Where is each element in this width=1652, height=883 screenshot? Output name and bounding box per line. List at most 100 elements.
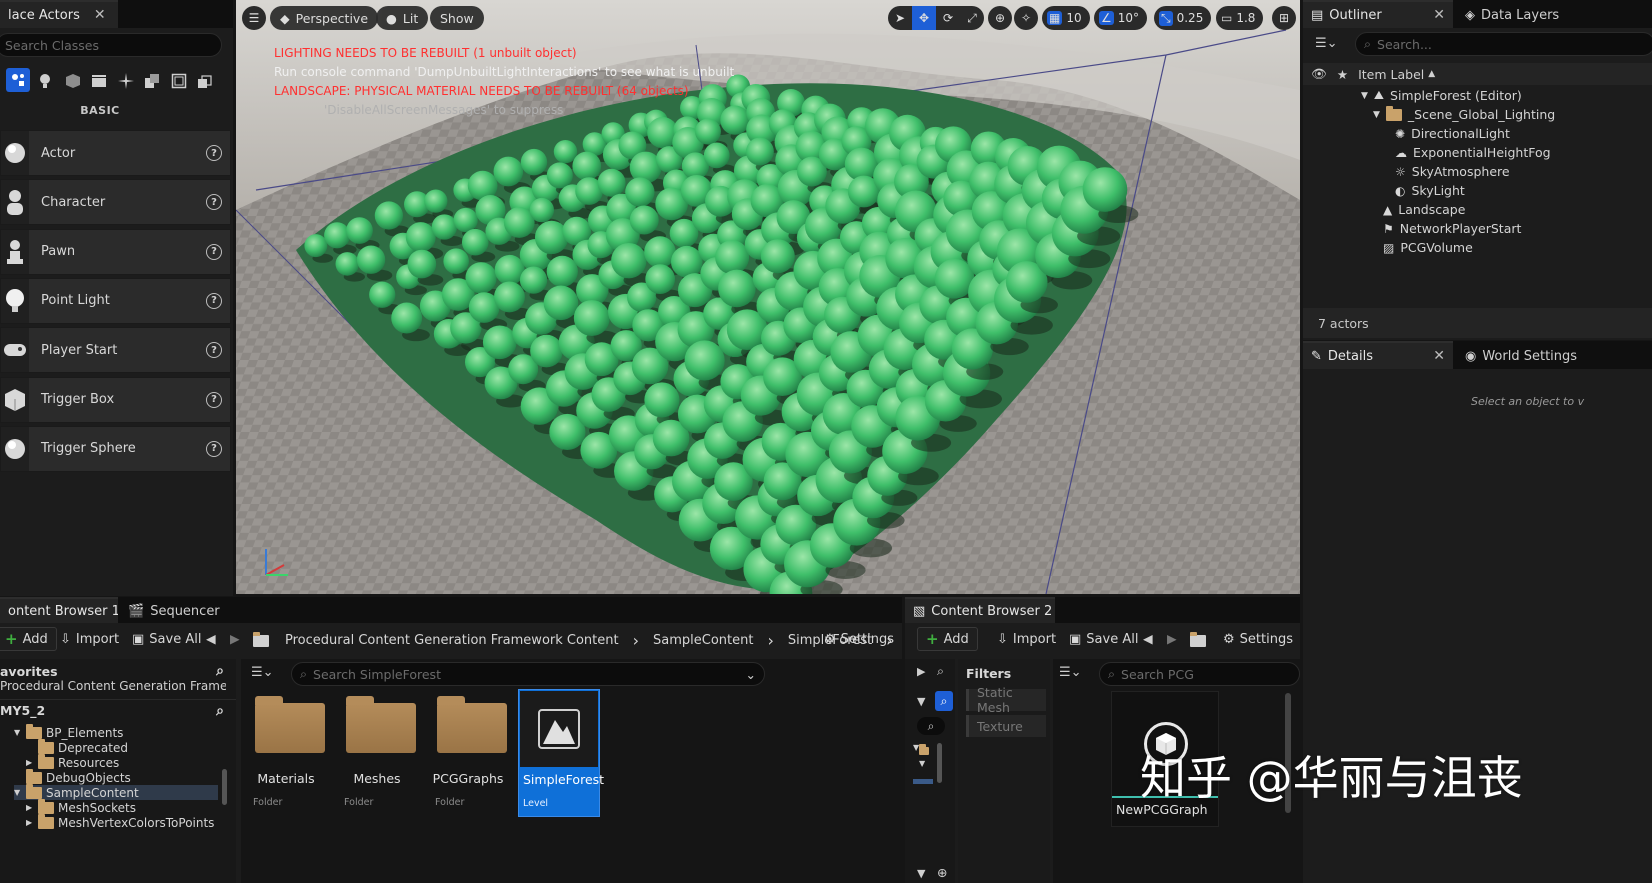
outliner-item[interactable]: ☼ SkyAtmosphere bbox=[1395, 162, 1510, 181]
folder-tree-item[interactable]: ▶ MeshSockets bbox=[26, 798, 136, 815]
select-mode-icon[interactable]: ➤ bbox=[888, 6, 912, 30]
close-icon[interactable]: ✕ bbox=[1433, 348, 1445, 364]
maximize-viewport-icon[interactable]: ⊞ bbox=[1272, 6, 1296, 30]
expand-icon[interactable]: ▶ bbox=[26, 758, 34, 767]
tree-scrollbar[interactable] bbox=[222, 769, 227, 805]
actor-item-pawn[interactable]: Pawn? bbox=[0, 228, 231, 275]
asset-tile[interactable]: SimpleForest Level bbox=[518, 689, 604, 817]
outliner-item[interactable]: ◐ SkyLight bbox=[1395, 181, 1465, 200]
back-icon[interactable]: ◀ bbox=[1143, 631, 1153, 646]
search-icon[interactable]: ⌕ bbox=[917, 717, 945, 735]
show-button[interactable]: Show bbox=[430, 6, 484, 30]
outliner-item[interactable]: ▼ _Scene_Global_Lighting bbox=[1373, 105, 1555, 124]
close-icon[interactable]: ✕ bbox=[94, 7, 106, 23]
help-icon[interactable]: ? bbox=[206, 194, 222, 211]
folder-browse-icon[interactable] bbox=[1190, 632, 1206, 650]
expand-icon[interactable]: ▶ bbox=[917, 665, 925, 678]
basic-category-icon[interactable] bbox=[6, 68, 30, 92]
help-icon[interactable]: ? bbox=[206, 243, 222, 260]
chevron-right-icon[interactable]: › bbox=[767, 631, 773, 650]
cb2-search-wrap[interactable]: ⌕ bbox=[1099, 662, 1300, 686]
tab-data-layers[interactable]: ◈ Data Layers bbox=[1457, 0, 1652, 28]
actor-item-trigger-sphere[interactable]: Trigger Sphere? bbox=[0, 425, 231, 472]
cb1-settings-button[interactable]: ⚙ Settings bbox=[816, 627, 902, 651]
filter-item[interactable]: Texture bbox=[966, 715, 1046, 737]
help-icon[interactable]: ? bbox=[206, 391, 222, 408]
translate-mode-icon[interactable]: ✥ bbox=[912, 6, 936, 30]
outliner-item[interactable]: ⚑ NetworkPlayerStart bbox=[1383, 219, 1521, 238]
item-label-column[interactable]: Item Label bbox=[1358, 67, 1424, 82]
tab-place-actors[interactable]: lace Actors ✕ bbox=[0, 0, 118, 28]
search-icon[interactable]: ⌕ bbox=[937, 663, 944, 679]
chevron-down-icon[interactable]: ⌄ bbox=[746, 667, 756, 682]
search-icon[interactable]: ⌕ bbox=[216, 703, 224, 719]
geometry-category-icon[interactable] bbox=[143, 72, 161, 90]
tab-outliner[interactable]: ▤ Outliner ✕ bbox=[1303, 0, 1453, 28]
add-circle-icon[interactable]: ⊕ bbox=[937, 865, 947, 880]
help-icon[interactable]: ? bbox=[206, 342, 222, 359]
folder-browse-icon[interactable] bbox=[253, 632, 269, 650]
visibility-icon[interactable]: 👁 bbox=[1311, 66, 1327, 82]
rotation-snap-button[interactable]: ∠ 10° bbox=[1094, 6, 1148, 30]
scale-mode-icon[interactable]: ⤢ bbox=[960, 6, 984, 30]
collapse-icon[interactable]: ▼ bbox=[14, 728, 22, 737]
tab-details[interactable]: ✎ Details ✕ bbox=[1303, 341, 1453, 369]
favorites-header[interactable]: avorites ⌕ bbox=[0, 661, 236, 681]
back-icon[interactable]: ◀ bbox=[206, 631, 216, 646]
actor-item-character[interactable]: Character? bbox=[0, 179, 231, 226]
tab-content-browser-2[interactable]: ▧ Content Browser 2 ✕ bbox=[905, 597, 1055, 623]
cb2-search-input[interactable] bbox=[1121, 666, 1291, 682]
perspective-button[interactable]: ◆ Perspective bbox=[270, 6, 379, 30]
outliner-item[interactable]: ▨ PCGVolume bbox=[1383, 238, 1473, 257]
asset-tile[interactable]: Meshes Folder bbox=[336, 689, 418, 817]
filter-icon[interactable]: ☰⌄ bbox=[1315, 36, 1338, 51]
filter-item[interactable]: Static Mesh bbox=[966, 685, 1046, 715]
forward-icon[interactable]: ▶ bbox=[1167, 631, 1177, 646]
visual-effects-category-icon[interactable] bbox=[117, 72, 135, 90]
cb2-settings-button[interactable]: ⚙ Settings bbox=[1215, 627, 1301, 651]
all-classes-category-icon[interactable] bbox=[196, 72, 214, 90]
collapse-icon[interactable]: ▼ bbox=[917, 695, 925, 708]
actor-item-trigger-box[interactable]: Trigger Box? bbox=[0, 376, 231, 423]
outliner-item[interactable]: ▲ Landscape bbox=[1383, 200, 1465, 219]
cb2-save-all-button[interactable]: ▣ Save All bbox=[1061, 627, 1146, 651]
asset-tile[interactable]: PCGGraphs Folder bbox=[427, 689, 509, 817]
viewport-menu-button[interactable]: ☰ bbox=[242, 6, 266, 30]
folder-tree-item[interactable]: Deprecated bbox=[26, 738, 128, 755]
folder-tree-item[interactable]: ▶ MeshVertexColorsToPoints bbox=[26, 813, 214, 830]
tree-scrollbar[interactable] bbox=[937, 743, 942, 783]
filter-icon[interactable]: ☰⌄ bbox=[251, 665, 274, 680]
collapse-icon[interactable]: ▼ bbox=[14, 788, 22, 797]
cb1-add-button[interactable]: + Add bbox=[0, 627, 57, 651]
actor-item-actor[interactable]: Actor? bbox=[0, 130, 231, 176]
folder-tree-item[interactable]: ▼ SampleContent bbox=[14, 783, 218, 800]
cb1-import-button[interactable]: ⇩ Import bbox=[52, 627, 127, 651]
search-icon[interactable]: ⌕ bbox=[216, 663, 224, 679]
actor-item-player-start[interactable]: Player Start? bbox=[0, 327, 231, 374]
tab-content-browser-1[interactable]: ontent Browser 1 ✕ bbox=[0, 597, 118, 623]
outliner-item[interactable]: ▼ ⛰ SimpleForest (Editor) bbox=[1361, 86, 1522, 105]
help-icon[interactable]: ? bbox=[206, 292, 222, 309]
cb1-save-all-button[interactable]: ▣ Save All bbox=[124, 627, 209, 651]
cb1-search-wrap[interactable]: ⌕ ⌄ bbox=[291, 662, 765, 686]
help-icon[interactable]: ? bbox=[206, 145, 222, 161]
filter-icon[interactable]: ☰⌄ bbox=[1059, 665, 1082, 680]
folder-tree-item[interactable]: DebugObjects bbox=[14, 768, 131, 785]
actor-item-point-light[interactable]: Point Light? bbox=[0, 277, 231, 324]
level-viewport[interactable]: ☰ ◆ Perspective ● Lit Show ➤ ✥ ⟳ ⤢ ⊕ ✧ ▦… bbox=[236, 0, 1300, 594]
outliner-item[interactable]: ☁ ExponentialHeightFog bbox=[1395, 143, 1551, 162]
forward-icon[interactable]: ▶ bbox=[230, 631, 240, 646]
tab-world-settings[interactable]: ◉ World Settings bbox=[1457, 341, 1652, 369]
lights-category-icon[interactable] bbox=[36, 72, 54, 90]
collapse-icon[interactable]: ▼ bbox=[1361, 91, 1368, 101]
tab-sequencer[interactable]: 🎬 Sequencer bbox=[120, 597, 230, 623]
rotate-mode-icon[interactable]: ⟳ bbox=[936, 6, 960, 30]
chevron-right-icon[interactable]: › bbox=[633, 631, 639, 650]
cb2-import-button[interactable]: ⇩ Import bbox=[989, 627, 1064, 651]
scale-snap-button[interactable]: ⤡ 0.25 bbox=[1154, 6, 1212, 30]
breadcrumb-item[interactable]: Procedural Content Generation Framework … bbox=[285, 633, 619, 648]
expand-icon[interactable]: ▶ bbox=[26, 803, 34, 812]
cinematic-category-icon[interactable] bbox=[90, 72, 108, 90]
search-classes-input[interactable] bbox=[5, 37, 213, 53]
star-icon[interactable]: ★ bbox=[1337, 67, 1348, 82]
